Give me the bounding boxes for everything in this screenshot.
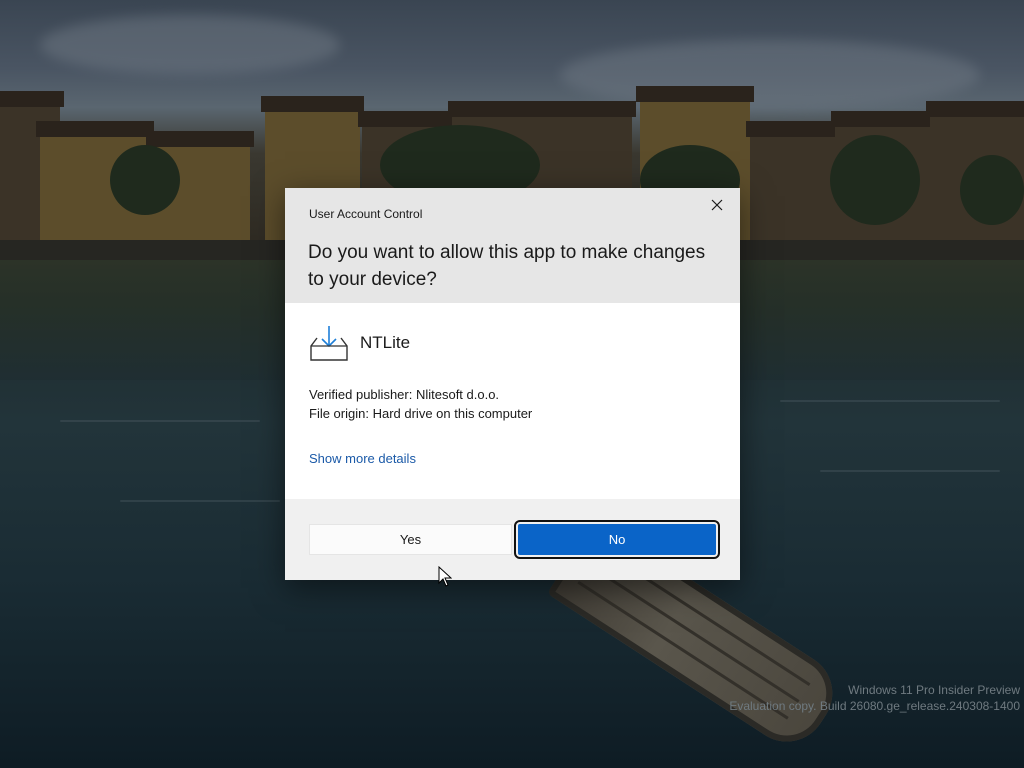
watermark-edition: Windows 11 Pro Insider Preview: [848, 683, 1020, 697]
uac-question: Do you want to allow this app to make ch…: [308, 242, 706, 290]
dialog-title: User Account Control: [309, 207, 423, 221]
dialog-footer: Yes No: [285, 499, 740, 580]
uac-dialog: User Account Control Do you want to allo…: [285, 188, 740, 580]
no-button[interactable]: No: [514, 520, 720, 559]
app-name: NTLite: [360, 333, 411, 352]
dialog-header: User Account Control Do you want to allo…: [285, 188, 740, 303]
yes-button[interactable]: Yes: [309, 524, 512, 555]
close-button[interactable]: [694, 188, 740, 222]
show-more-details-link[interactable]: Show more details: [309, 451, 416, 466]
os-watermark: Windows 11 Pro Insider Preview Evaluatio…: [729, 682, 1020, 714]
watermark-build: Evaluation copy. Build 26080.ge_release.…: [729, 699, 1020, 713]
close-icon: [711, 199, 723, 211]
download-tray-icon: [310, 326, 348, 361]
mouse-pointer-icon: [438, 566, 452, 587]
app-info-row: NTLite: [309, 324, 410, 362]
publisher-info: Verified publisher: Nlitesoft d.o.o. Fil…: [309, 385, 532, 423]
file-origin: File origin: Hard drive on this computer: [309, 406, 533, 421]
verified-publisher: Verified publisher: Nlitesoft d.o.o.: [309, 387, 500, 402]
